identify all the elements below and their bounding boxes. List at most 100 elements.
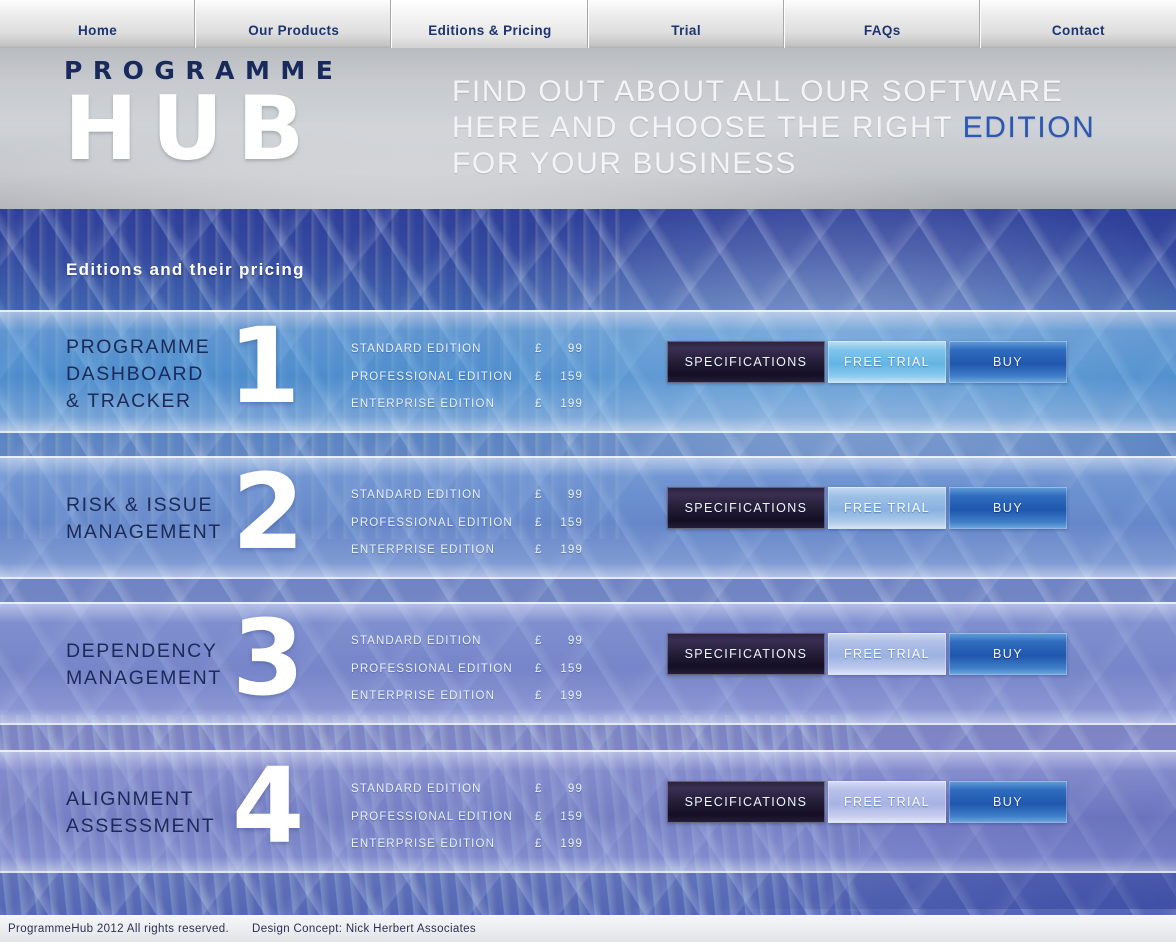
- product-band-2: RISK & ISSUE MANAGEMENT 2 STANDARD EDITI…: [0, 456, 1176, 579]
- price-row-standard: STANDARD EDITION £ 99: [351, 776, 583, 804]
- price-currency: £: [535, 370, 543, 383]
- price-value: 199: [560, 544, 583, 556]
- product-name: ALIGNMENT ASSESSMENT: [66, 788, 216, 837]
- price-value: 99: [567, 489, 583, 501]
- buy-button[interactable]: BUY: [949, 633, 1067, 675]
- price-table: STANDARD EDITION £ 99 PROFESSIONAL EDITI…: [351, 482, 583, 565]
- price-row-enterprise: ENTERPRISE EDITION £ 199: [351, 831, 583, 859]
- main-stage: Editions and their pricing PROGRAMME DAS…: [0, 209, 1176, 915]
- product-actions: SPECIFICATIONS FREE TRIAL BUY: [667, 487, 1067, 529]
- product-name: RISK & ISSUE MANAGEMENT: [66, 494, 222, 543]
- price-currency: £: [535, 489, 543, 501]
- price-currency: £: [535, 343, 543, 355]
- price-currency: £: [535, 662, 543, 675]
- page-footer: ProgrammeHub 2012 All rights reserved. D…: [0, 915, 1176, 942]
- price-value: 199: [560, 838, 583, 850]
- price-table: STANDARD EDITION £ 99 PROFESSIONAL EDITI…: [351, 336, 583, 419]
- price-currency: £: [535, 838, 543, 850]
- product-band-3: DEPENDENCY MANAGEMENT 3 STANDARD EDITION…: [0, 602, 1176, 725]
- nav-tab-editions-pricing[interactable]: Editions & Pricing: [392, 0, 589, 48]
- price-label: ENTERPRISE EDITION: [351, 398, 496, 410]
- product-actions: SPECIFICATIONS FREE TRIAL BUY: [667, 781, 1067, 823]
- price-table: STANDARD EDITION £ 99 PROFESSIONAL EDITI…: [351, 776, 583, 859]
- page-root: Home Our Products Editions & Pricing Tri…: [0, 0, 1176, 942]
- price-row-professional: PROFESSIONAL EDITION £ 159: [351, 804, 583, 832]
- free-trial-button[interactable]: FREE TRIAL: [828, 781, 946, 823]
- price-label: ENTERPRISE EDITION: [351, 544, 496, 556]
- specifications-button[interactable]: SPECIFICATIONS: [667, 633, 825, 675]
- free-trial-button[interactable]: FREE TRIAL: [828, 341, 946, 383]
- product-band-1: PROGRAMME DASHBOARD & TRACKER 1 STANDARD…: [0, 310, 1176, 433]
- nav-tab-faqs[interactable]: FAQs: [784, 0, 981, 48]
- price-row-standard: STANDARD EDITION £ 99: [351, 482, 583, 510]
- price-label: ENTERPRISE EDITION: [351, 690, 496, 702]
- price-row-enterprise: ENTERPRISE EDITION £ 199: [351, 391, 583, 419]
- product-band-4: ALIGNMENT ASSESSMENT 4 STANDARD EDITION …: [0, 750, 1176, 873]
- price-label: STANDARD EDITION: [351, 783, 482, 795]
- price-value: 159: [560, 370, 583, 383]
- price-currency: £: [535, 635, 543, 647]
- product-actions: SPECIFICATIONS FREE TRIAL BUY: [667, 633, 1067, 675]
- headline-line-2-text: HERE AND CHOOSE THE RIGHT: [452, 111, 963, 144]
- section-title: Editions and their pricing: [66, 260, 305, 279]
- price-label: PROFESSIONAL EDITION: [351, 516, 513, 529]
- price-label: PROFESSIONAL EDITION: [351, 662, 513, 675]
- specifications-button[interactable]: SPECIFICATIONS: [667, 487, 825, 529]
- nav-tab-label: FAQs: [863, 23, 901, 38]
- price-label: PROFESSIONAL EDITION: [351, 810, 513, 823]
- price-currency: £: [535, 544, 543, 556]
- price-value: 159: [560, 662, 583, 675]
- product-name: DEPENDENCY MANAGEMENT: [66, 640, 222, 689]
- brand-header: PROGRAMME HUB FIND OUT ABOUT ALL OUR SOF…: [0, 48, 1176, 209]
- product-number: 1: [228, 305, 301, 427]
- footer-copyright: ProgrammeHub 2012 All rights reserved.: [8, 923, 230, 935]
- price-label: STANDARD EDITION: [351, 343, 482, 355]
- price-value: 99: [567, 783, 583, 795]
- buy-button[interactable]: BUY: [949, 341, 1067, 383]
- price-row-standard: STANDARD EDITION £ 99: [351, 336, 583, 364]
- price-currency: £: [535, 690, 543, 702]
- headline-accent-edition: EDITION: [962, 111, 1096, 144]
- nav-tab-contact[interactable]: Contact: [980, 0, 1176, 48]
- nav-tab-label: Our Products: [248, 23, 340, 38]
- price-value: 99: [567, 635, 583, 647]
- logo-text-hub: HUB: [64, 77, 319, 180]
- free-trial-button[interactable]: FREE TRIAL: [828, 633, 946, 675]
- price-label: PROFESSIONAL EDITION: [351, 370, 513, 383]
- price-label: STANDARD EDITION: [351, 489, 482, 501]
- price-label: ENTERPRISE EDITION: [351, 838, 496, 850]
- price-row-standard: STANDARD EDITION £ 99: [351, 628, 583, 656]
- price-currency: £: [535, 398, 543, 410]
- main-navigation: Home Our Products Editions & Pricing Tri…: [0, 0, 1176, 48]
- price-value: 159: [560, 516, 583, 529]
- headline-line-3: FOR YOUR BUSINESS: [452, 147, 798, 180]
- price-value: 199: [560, 398, 583, 410]
- free-trial-button[interactable]: FREE TRIAL: [828, 487, 946, 529]
- specifications-button[interactable]: SPECIFICATIONS: [667, 781, 825, 823]
- price-row-professional: PROFESSIONAL EDITION £ 159: [351, 510, 583, 538]
- product-name: PROGRAMME DASHBOARD & TRACKER: [66, 336, 211, 412]
- nav-tab-trial[interactable]: Trial: [588, 0, 785, 48]
- product-actions: SPECIFICATIONS FREE TRIAL BUY: [667, 341, 1067, 383]
- footer-credit: Design Concept: Nick Herbert Associates: [252, 923, 476, 935]
- price-currency: £: [535, 516, 543, 529]
- nav-tab-label: Editions & Pricing: [428, 23, 552, 38]
- price-value: 159: [560, 810, 583, 823]
- price-row-enterprise: ENTERPRISE EDITION £ 199: [351, 537, 583, 565]
- product-number: 4: [232, 745, 305, 867]
- buy-button[interactable]: BUY: [949, 781, 1067, 823]
- nav-tab-our-products[interactable]: Our Products: [196, 0, 393, 48]
- price-value: 99: [567, 343, 583, 355]
- product-number: 2: [232, 451, 305, 573]
- nav-tab-label: Contact: [1051, 23, 1105, 38]
- nav-tab-home[interactable]: Home: [0, 0, 197, 48]
- buy-button[interactable]: BUY: [949, 487, 1067, 529]
- specifications-button[interactable]: SPECIFICATIONS: [667, 341, 825, 383]
- price-row-professional: PROFESSIONAL EDITION £ 159: [351, 656, 583, 684]
- site-logo[interactable]: PROGRAMME HUB: [64, 58, 364, 180]
- nav-tab-label: Trial: [671, 23, 701, 38]
- price-currency: £: [535, 783, 543, 795]
- price-row-professional: PROFESSIONAL EDITION £ 159: [351, 364, 583, 392]
- price-value: 199: [560, 690, 583, 702]
- headline-line-1: FIND OUT ABOUT ALL OUR SOFTWARE: [452, 75, 1064, 108]
